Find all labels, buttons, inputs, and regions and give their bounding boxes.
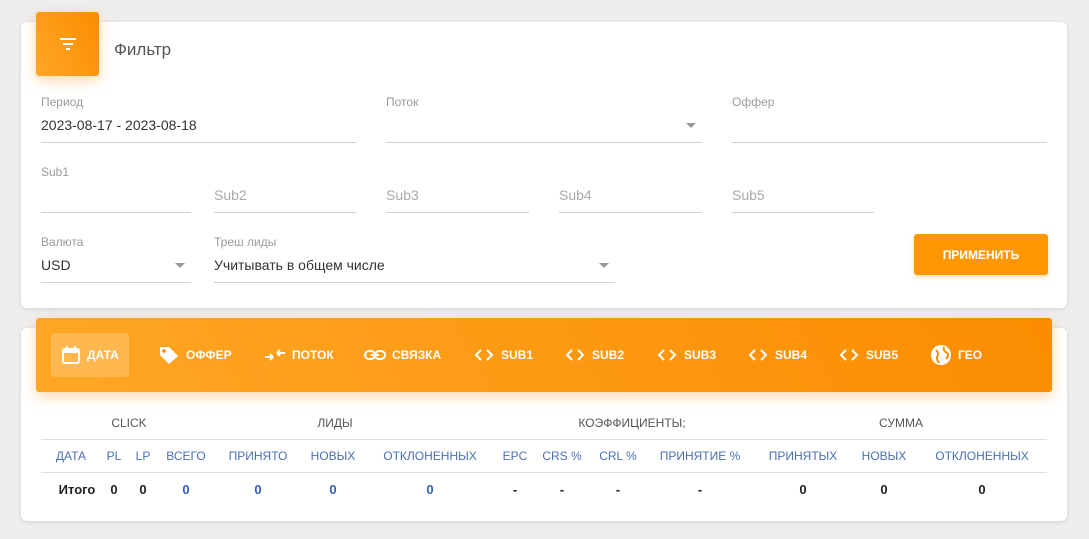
total-cell: - [559,482,565,497]
tab-sub5[interactable]: SUB5 [828,333,908,377]
total-cell-link[interactable]: 0 [254,482,261,497]
sub3-field[interactable]: Sub3 [386,165,529,213]
link-icon [364,350,386,360]
total-cell: - [512,482,518,497]
column-header[interactable]: CRL % [599,449,637,463]
code-icon [839,349,859,361]
tab-label: ПОТОК [292,348,334,362]
tab-geo[interactable]: ГЕО [920,333,992,377]
total-cell-link[interactable]: 0 [329,482,336,497]
column-header[interactable]: НОВЫХ [311,449,356,463]
tab-bundle[interactable]: СВЯЗКА [354,333,451,377]
column-header[interactable]: PL [107,449,122,463]
column-header[interactable]: ОТКЛОНЕННЫХ [935,449,1029,463]
globe-icon [931,345,951,365]
code-icon [657,349,677,361]
column-header[interactable]: ПРИНЯТЫХ [769,449,838,463]
group-header-leads: ЛИДЫ [317,416,353,430]
tab-date[interactable]: ДАТА [51,333,129,377]
tab-label: SUB2 [592,348,625,362]
tab-label: ГЕО [958,348,983,362]
total-label: Итого [58,482,96,497]
tab-sub2[interactable]: SUB2 [554,333,634,377]
tab-sub4[interactable]: SUB4 [737,333,817,377]
total-cell: 0 [978,482,986,497]
report-card: ДАТА ОФФЕР ПОТОК СВЯЗКА SUB1 SUB2 SUB3 S… [21,318,1067,521]
group-header-coefficients: КОЭФФИЦИЕНТЫ; [578,416,686,430]
column-header[interactable]: НОВЫХ [862,449,907,463]
merge-arrows-icon [265,349,285,361]
total-cell: - [615,482,621,497]
group-header-sum: СУММА [879,416,923,430]
offer-field[interactable]: Оффер [732,95,1047,143]
tab-stream[interactable]: ПОТОК [254,333,344,377]
tab-label: СВЯЗКА [392,348,442,362]
stream-label: Поток [386,95,419,109]
sub4-placeholder: Sub4 [559,187,592,203]
chevron-down-icon [686,123,696,128]
tag-icon [160,347,178,364]
total-cell: 0 [139,482,147,497]
trash-leads-value: Учитывать в общем числе [214,257,385,273]
tab-sub1[interactable]: SUB1 [463,333,543,377]
tab-sub3[interactable]: SUB3 [646,333,726,377]
column-header[interactable]: EPC [503,449,528,463]
tab-label: SUB4 [775,348,808,362]
sub2-placeholder: Sub2 [214,187,247,203]
total-cell: - [697,482,703,497]
period-value: 2023-08-17 - 2023-08-18 [41,117,197,133]
sub1-field[interactable]: Sub1 [41,165,191,213]
sub3-placeholder: Sub3 [386,187,419,203]
total-cell: 0 [880,482,888,497]
column-header[interactable]: ДАТА [56,449,86,463]
chevron-down-icon [175,263,185,268]
chevron-down-icon [599,263,609,268]
sub2-field[interactable]: Sub2 [214,165,356,213]
tab-label: ДАТА [87,348,119,362]
offer-label: Оффер [732,95,775,109]
apply-button[interactable]: ПРИМЕНИТЬ [914,234,1048,275]
column-header[interactable]: CRS % [542,449,581,463]
tab-label: ОФФЕР [186,348,232,362]
total-cell: 0 [799,482,807,497]
grouping-tab-bar: ДАТА ОФФЕР ПОТОК СВЯЗКА SUB1 SUB2 SUB3 S… [36,318,1052,392]
currency-select[interactable]: Валюта USD [41,235,191,283]
tab-label: SUB5 [866,348,899,362]
filter-title: Фильтр [114,40,172,59]
period-field[interactable]: Период 2023-08-17 - 2023-08-18 [41,95,356,143]
total-cell-link[interactable]: 0 [182,482,189,497]
tab-label: SUB3 [684,348,717,362]
column-header[interactable]: ВСЕГО [166,449,205,463]
column-header[interactable]: ОТКЛОНЕННЫХ [383,449,477,463]
tab-offer[interactable]: ОФФЕР [148,333,242,377]
code-icon [474,349,494,361]
trash-leads-select[interactable]: Треш лиды Учитывать в общем числе [214,235,615,283]
column-header[interactable]: ПРИНЯТИЕ % [660,449,741,463]
currency-label: Валюта [41,235,84,249]
column-header[interactable]: ПРИНЯТО [229,449,288,463]
stream-select[interactable]: Поток [386,95,702,143]
code-icon [748,349,768,361]
column-header[interactable]: LP [136,449,151,463]
code-icon [565,349,585,361]
filter-icon [36,12,99,76]
trash-leads-label: Треш лиды [214,235,277,249]
sub5-field[interactable]: Sub5 [732,165,874,213]
sub4-field[interactable]: Sub4 [559,165,702,213]
filter-card: Фильтр Период 2023-08-17 - 2023-08-18 По… [21,12,1067,308]
currency-value: USD [41,257,71,273]
tab-label: SUB1 [501,348,534,362]
sub1-label: Sub1 [41,165,70,179]
calendar-icon [62,346,80,364]
sub5-placeholder: Sub5 [732,187,765,203]
period-label: Период [41,95,84,109]
total-cell-link[interactable]: 0 [426,482,433,497]
group-header-click: CLICK [111,416,147,430]
total-cell: 0 [110,482,118,497]
